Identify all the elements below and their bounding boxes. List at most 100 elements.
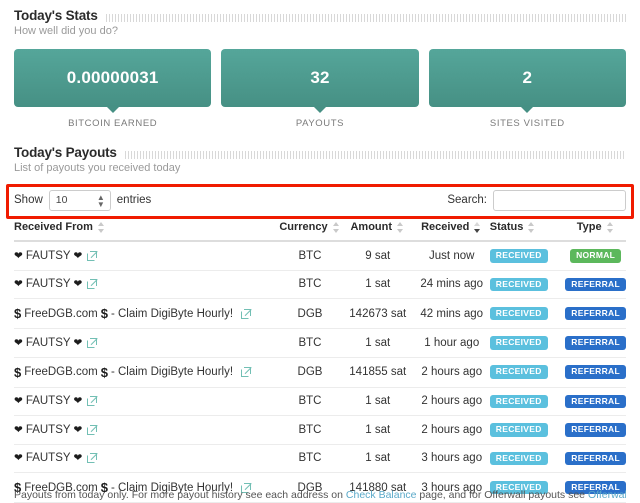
- search-label: Search:: [447, 194, 487, 206]
- sort-icon-active: [474, 221, 482, 233]
- column-header-received-from[interactable]: Received From: [14, 221, 279, 242]
- cell-received: 24 mins ago: [413, 270, 490, 299]
- external-link-icon[interactable]: [87, 396, 99, 407]
- sort-icon: [397, 221, 405, 233]
- status-badge: RECEIVED: [489, 336, 548, 350]
- cell-type: REFERRAL: [565, 415, 626, 445]
- stat-box: 0.00000031: [14, 49, 212, 113]
- page-length-control: Show 10 ▲ ▼ entries: [14, 189, 151, 211]
- heart-icon: ❤: [14, 249, 23, 262]
- cell-amount: 9 sat: [341, 241, 414, 271]
- external-link-icon[interactable]: [87, 424, 99, 435]
- cell-amount: 1 sat: [341, 387, 414, 416]
- external-link-icon[interactable]: [87, 337, 99, 348]
- column-header-currency[interactable]: Currency: [278, 221, 342, 242]
- search-input[interactable]: [493, 189, 626, 211]
- status-badge: RECEIVED: [489, 277, 548, 291]
- heart-icon: ❤: [73, 336, 83, 349]
- cell-status: RECEIVED: [489, 415, 566, 445]
- cell-status: RECEIVED: [489, 328, 566, 358]
- stat-value: 2: [522, 68, 533, 87]
- cell-currency: BTC: [278, 387, 342, 416]
- sort-icon: [528, 221, 536, 233]
- payout-source[interactable]: ❤ FAUTSY ❤: [14, 423, 99, 436]
- column-header-status[interactable]: Status: [489, 221, 566, 242]
- cell-currency: DGB: [278, 357, 342, 388]
- payout-source[interactable]: $ FreeDGB.com $ - Claim DigiByte Hourly!: [14, 364, 252, 380]
- external-link-icon[interactable]: [241, 308, 252, 319]
- status-badge: RECEIVED: [489, 423, 548, 437]
- status-badge: RECEIVED: [489, 394, 548, 408]
- check-balance-link[interactable]: Check Balance: [346, 489, 417, 501]
- cell-received: 2 hours ago: [413, 415, 490, 445]
- table-row: $ FreeDGB.com $ - Claim DigiByte Hourly! DGB…: [14, 357, 626, 388]
- payout-source[interactable]: ❤ FAUTSY ❤: [14, 336, 99, 349]
- column-label: Type: [576, 221, 602, 233]
- cell-type: REFERRAL: [565, 387, 626, 416]
- cell-amount: 1 sat: [341, 444, 414, 473]
- cell-amount: 1 sat: [341, 270, 414, 299]
- column-label: Received: [421, 221, 470, 233]
- stats-subtitle: How well did you do?: [14, 25, 118, 37]
- external-link-icon[interactable]: [87, 279, 99, 290]
- cell-received: 42 mins ago: [413, 298, 490, 329]
- page-length-select[interactable]: 10 ▲ ▼: [48, 189, 111, 211]
- payouts-title-rule: [124, 150, 626, 159]
- stats-title-rule: [105, 13, 626, 22]
- column-header-amount[interactable]: Amount: [341, 221, 414, 242]
- heart-icon: ❤: [14, 278, 23, 291]
- payout-source[interactable]: ❤ FAUTSY ❤: [14, 278, 99, 291]
- external-link-icon[interactable]: [87, 250, 99, 261]
- table-header-row: Received From Currency Amount Received S…: [14, 221, 626, 242]
- payout-source[interactable]: ❤ FAUTSY ❤: [14, 249, 99, 262]
- payouts-table-head: Received From Currency Amount Received S…: [14, 221, 626, 242]
- cell-type: REFERRAL: [565, 270, 626, 299]
- payout-source[interactable]: ❤ FAUTSY ❤: [14, 452, 99, 465]
- cell-type: REFERRAL: [565, 357, 626, 388]
- cell-currency: BTC: [278, 415, 342, 445]
- payout-source[interactable]: $ FreeDGB.com $ - Claim DigiByte Hourly!: [14, 306, 252, 321]
- cell-amount: 141855 sat: [341, 357, 414, 388]
- column-header-received[interactable]: Received: [413, 221, 490, 242]
- stat-arrow-icon: [106, 107, 119, 113]
- heart-icon: ❤: [14, 395, 23, 408]
- stat-label: PAYOUTS: [295, 118, 345, 129]
- cell-received: 2 hours ago: [413, 357, 490, 388]
- source-suffix: - Claim DigiByte Hourly!: [110, 366, 234, 378]
- heart-icon: ❤: [73, 278, 83, 291]
- payouts-table-body: ❤ FAUTSY ❤ BTC 9 sat Just now RECEIVED NORMAL ❤ F…: [14, 241, 626, 503]
- source-name: FreeDGB.com: [24, 366, 98, 378]
- stat-label: SITES VISITED: [489, 118, 565, 129]
- sort-icon: [97, 221, 106, 233]
- status-badge: RECEIVED: [489, 451, 548, 465]
- type-badge: REFERRAL: [565, 306, 626, 321]
- type-badge: REFERRAL: [565, 277, 626, 291]
- table-row: ❤ FAUTSY ❤ BTC 1 sat 2 hours ago RECEIVED REFER…: [14, 415, 626, 445]
- cell-currency: BTC: [278, 241, 342, 271]
- heart-icon: ❤: [73, 452, 83, 465]
- sort-icon: [332, 221, 341, 233]
- cell-currency: BTC: [278, 444, 342, 473]
- footer-note: Payouts from today only. For more payout…: [14, 489, 626, 501]
- payouts-section-header: Today's Payouts List of payouts you rece…: [14, 129, 626, 174]
- table-controls: Show 10 ▲ ▼ entries Search:: [14, 188, 626, 212]
- column-label: Received From: [14, 221, 93, 233]
- heart-icon: ❤: [73, 423, 83, 436]
- table-row: ❤ FAUTSY ❤ BTC 1 sat 3 hours ago RECEIVED REFER…: [14, 444, 626, 473]
- payouts-table: Received From Currency Amount Received S…: [14, 221, 626, 503]
- search-control: Search:: [447, 189, 626, 211]
- stats-cards: 0.00000031 BITCOIN EARNED 32 PAYOUTS 2 S…: [14, 49, 626, 129]
- column-header-type[interactable]: Type: [565, 221, 626, 242]
- column-label: Status: [489, 221, 524, 233]
- stat-card-payouts: 32 PAYOUTS: [221, 49, 419, 129]
- payout-source[interactable]: ❤ FAUTSY ❤: [14, 395, 99, 408]
- source-suffix: - Claim DigiByte Hourly!: [110, 307, 234, 320]
- note-text-1: Payouts from today only. For more payout…: [14, 489, 346, 501]
- dollar-icon: $: [100, 364, 108, 380]
- offerwall-payout-history-link[interactable]: Offerwall payout history: [588, 489, 626, 501]
- page-root: Today's Stats How well did you do? 0.000…: [0, 0, 640, 503]
- cell-status: RECEIVED: [489, 444, 566, 473]
- external-link-icon[interactable]: [241, 367, 252, 377]
- heart-icon: ❤: [14, 336, 23, 349]
- external-link-icon[interactable]: [87, 453, 99, 464]
